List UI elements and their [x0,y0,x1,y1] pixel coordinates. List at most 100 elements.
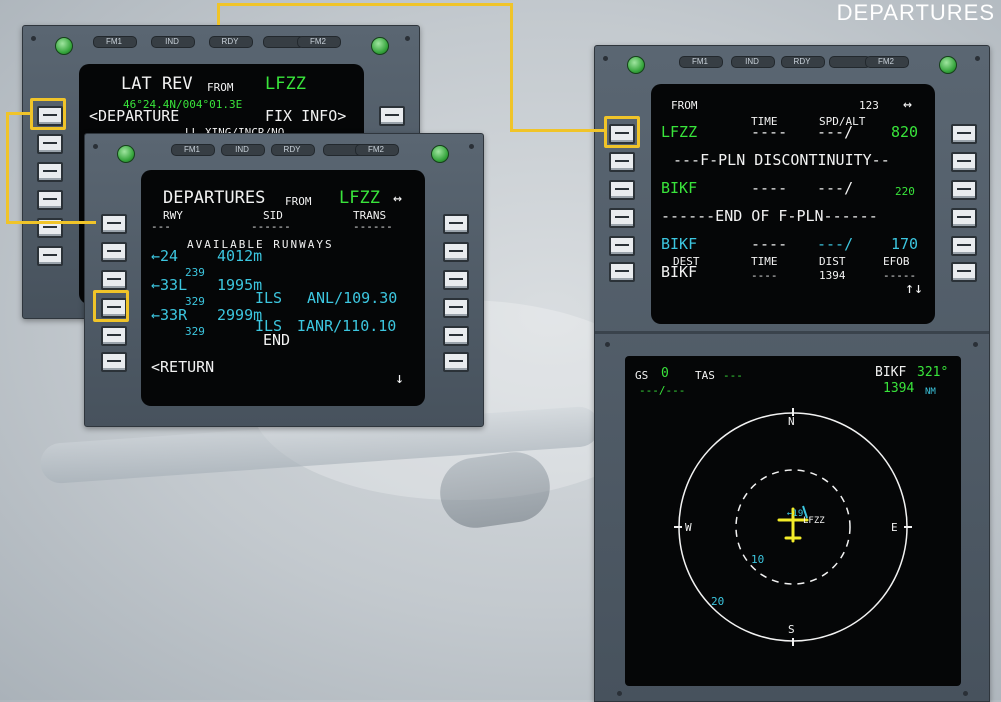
lsk-4l[interactable] [37,190,63,210]
lsk-4r[interactable] [951,208,977,228]
connector-line [510,129,604,132]
lsk-5r[interactable] [951,236,977,256]
scroll-down-icon: ↓ [395,369,405,387]
runway-33r-select[interactable]: ←33R [151,307,187,323]
scroll-vertical-icon: ↑↓ [905,279,924,297]
navigation-display: GS 0 TAS --- ---/--- BIKF 321° 1394 NM N… [625,356,961,686]
screw-icon [603,56,608,61]
lsk-3r[interactable] [951,180,977,200]
lsk-6l[interactable] [37,246,63,266]
latrev-from-label: FROM [207,81,234,94]
waypoint-lfzz-time: ---- [751,123,788,141]
brightness-knob[interactable] [939,56,957,74]
brightness-knob[interactable] [55,37,73,55]
runway-24-length: 4012m [217,247,263,265]
screw-icon [405,36,410,41]
runway-33l-freq: ANL/109.30 [307,289,398,307]
page-title: DEPARTURES [836,0,995,25]
waypoint-lfzz[interactable]: LFZZ [661,124,697,140]
departures-title: DEPARTURES [163,188,266,208]
runway-33l-ils: ILS [255,289,283,307]
compass-east: E [891,521,898,534]
lsk-2r[interactable] [443,242,469,262]
scroll-horizontal-icon: ↔ [903,95,913,113]
runway-24-select[interactable]: ←24 [151,248,178,264]
lsk-5l[interactable] [101,326,127,346]
lsk-3l[interactable] [101,270,127,290]
lsk-1l[interactable] [101,214,127,234]
lsk-3l[interactable] [37,162,63,182]
mcdu-fpln-screen: FROM 123 ↔ TIME SPD/ALT LFZZ ---- ---/ 8… [651,84,935,324]
lsk-2l[interactable] [101,242,127,262]
waypoint-bikf-altitude: 220 [895,185,915,198]
highlight-departure-key [30,98,66,130]
dest-distance: 1394 [819,269,846,282]
waypoint-bikf[interactable]: BIKF [661,180,697,196]
compass-west: W [685,521,692,534]
connector-line [510,3,513,132]
connector-line [6,221,96,224]
lsk-4r[interactable] [443,298,469,318]
connector-line [217,3,513,6]
lsk-2r[interactable] [951,152,977,172]
lsk-6l[interactable] [609,262,635,282]
latrev-title: LAT REV [121,74,193,94]
range-ring-10: 10 [751,553,765,566]
runway-label: ←19 [787,509,804,519]
scroll-horizontal-icon: ↔ [393,189,403,207]
trans-dashes: ------ [353,220,393,233]
end-of-fpln: ------END OF F-PLN------ [661,207,878,225]
dest-time: ---- [751,269,778,282]
waypoint-bikf-dest-speed: ---/ [817,235,854,253]
compass-north: N [788,415,795,428]
lsk-6r[interactable] [443,352,469,372]
waypoint-bikf-speed: ---/ [817,179,854,197]
panel-divider [595,331,989,334]
fpln-page-number: 123 [859,99,879,112]
mcdu-fpln-panel: FM1 IND RDY FM2 FROM 123 ↔ TIME SPD/ALT … [594,45,990,702]
fpln-discontinuity: ---F-PLN DISCONTINUITY-- [673,151,890,169]
lsk-5r[interactable] [443,326,469,346]
screw-icon [605,342,610,347]
brightness-knob[interactable] [627,56,645,74]
lsk-3r[interactable] [443,270,469,290]
lsk-6r[interactable] [951,262,977,282]
departures-from-label: FROM [285,195,312,208]
lsk-5l[interactable] [609,236,635,256]
runway-24-course: 239 [185,266,205,279]
departures-airport: LFZZ [339,188,380,208]
waypoint-bikf-dest-altitude: 170 [891,235,919,253]
lsk-1r[interactable] [443,214,469,234]
latrev-fix-info-option[interactable]: FIX INFO> [265,108,346,124]
return-option[interactable]: <RETURN [151,359,214,375]
lsk-2l[interactable] [37,134,63,154]
waypoint-lfzz-altitude: 820 [891,123,919,141]
runway-33r-freq: IANR/110.10 [297,317,397,335]
dest-airport[interactable]: BIKF [661,264,697,280]
lsk-6l[interactable] [101,352,127,372]
lsk-1r[interactable] [379,106,405,126]
latrev-departure-option[interactable]: <DEPARTURE [89,108,179,124]
range-ring-20: 20 [711,595,725,608]
lsk-3l[interactable] [609,180,635,200]
brightness-knob[interactable] [371,37,389,55]
runway-33l-select[interactable]: ←33L [151,277,187,293]
list-end-label: END [263,331,291,349]
highlight-runway-key [93,290,129,322]
waypoint-bikf-time: ---- [751,179,788,197]
runway-33l-course: 329 [185,295,205,308]
brightness-knob[interactable] [117,145,135,163]
lsk-2l[interactable] [609,152,635,172]
screw-icon [31,36,36,41]
sid-dashes: ------ [251,220,291,233]
lsk-1r[interactable] [951,124,977,144]
screw-icon [93,144,98,149]
brightness-knob[interactable] [431,145,449,163]
compass-south: S [788,623,795,636]
mcdu-departures-panel: FM1 IND RDY FM2 DEPARTURES FROM LFZZ ↔ R… [84,133,484,427]
lsk-4l[interactable] [609,208,635,228]
runway-33r-course: 329 [185,325,205,338]
latrev-airport: LFZZ [265,74,306,94]
waypoint-bikf-dest[interactable]: BIKF [661,236,697,252]
mcdu-departures-screen: DEPARTURES FROM LFZZ ↔ RWY SID TRANS ---… [141,170,425,406]
